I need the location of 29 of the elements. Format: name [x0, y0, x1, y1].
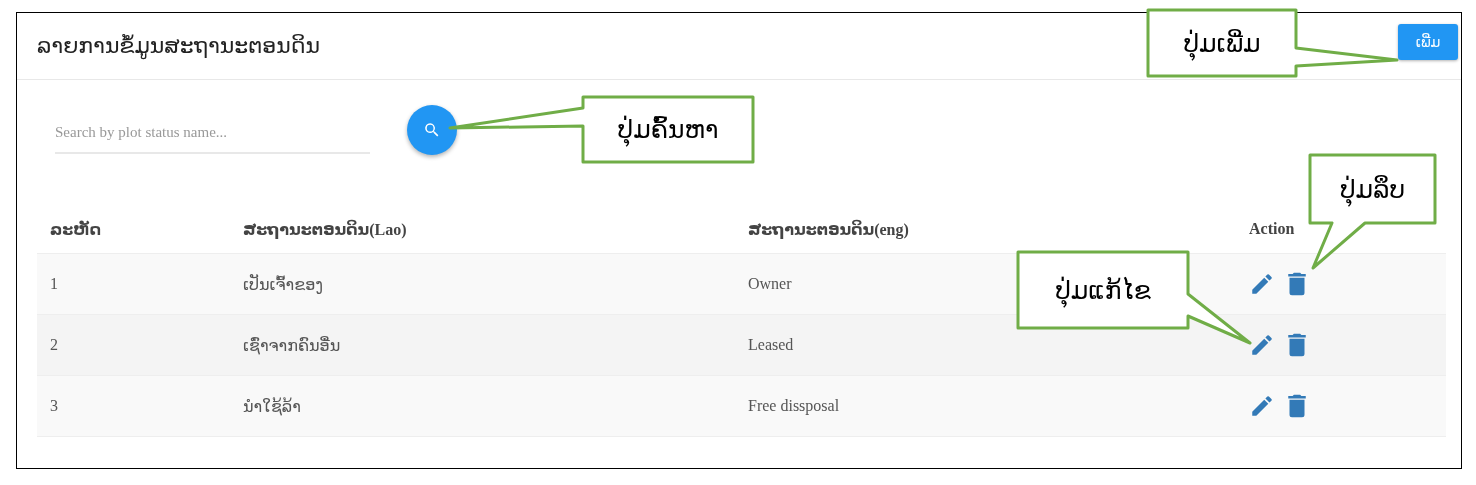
table-cell: 3	[50, 397, 58, 414]
add-button[interactable]: ເພີ່ມ	[1398, 24, 1458, 60]
search-button[interactable]	[407, 105, 457, 155]
page-title: ລາຍການຂໍ້ມູນສະຖານະຕອນດິນ	[37, 33, 320, 59]
delete-button[interactable]	[1287, 332, 1307, 358]
search-icon	[423, 121, 441, 139]
pencil-icon	[1249, 332, 1275, 358]
table-cell: ເຊົ່າຈາກຄົນອື່ນ	[243, 336, 341, 354]
table-cell: 1	[50, 275, 58, 292]
column-header: ລະຫັດ	[50, 220, 102, 238]
table-cell: 2	[50, 336, 58, 353]
table-cell: Owner	[748, 275, 792, 292]
table-cell: Free dissposal	[748, 397, 840, 414]
table-cell: Leased	[748, 336, 794, 353]
pencil-icon	[1249, 271, 1275, 297]
trash-icon	[1287, 393, 1307, 419]
table-cell: ເປັນເຈົ້າຂອງ	[243, 275, 323, 293]
column-header: ສະຖານະຕອນດິນ(Lao)	[243, 220, 407, 238]
trash-icon	[1287, 332, 1307, 358]
table-cell: ນໍາໃຊ້ລ້າ	[243, 397, 301, 415]
delete-button[interactable]	[1287, 393, 1307, 419]
column-header: ສະຖານະຕອນດິນ(eng)	[748, 220, 909, 238]
trash-icon	[1287, 271, 1307, 297]
delete-button[interactable]	[1287, 271, 1307, 297]
edit-button[interactable]	[1249, 271, 1275, 297]
edit-button[interactable]	[1249, 393, 1275, 419]
edit-button[interactable]	[1249, 332, 1275, 358]
pencil-icon	[1249, 393, 1275, 419]
column-header: Action	[1249, 220, 1295, 237]
